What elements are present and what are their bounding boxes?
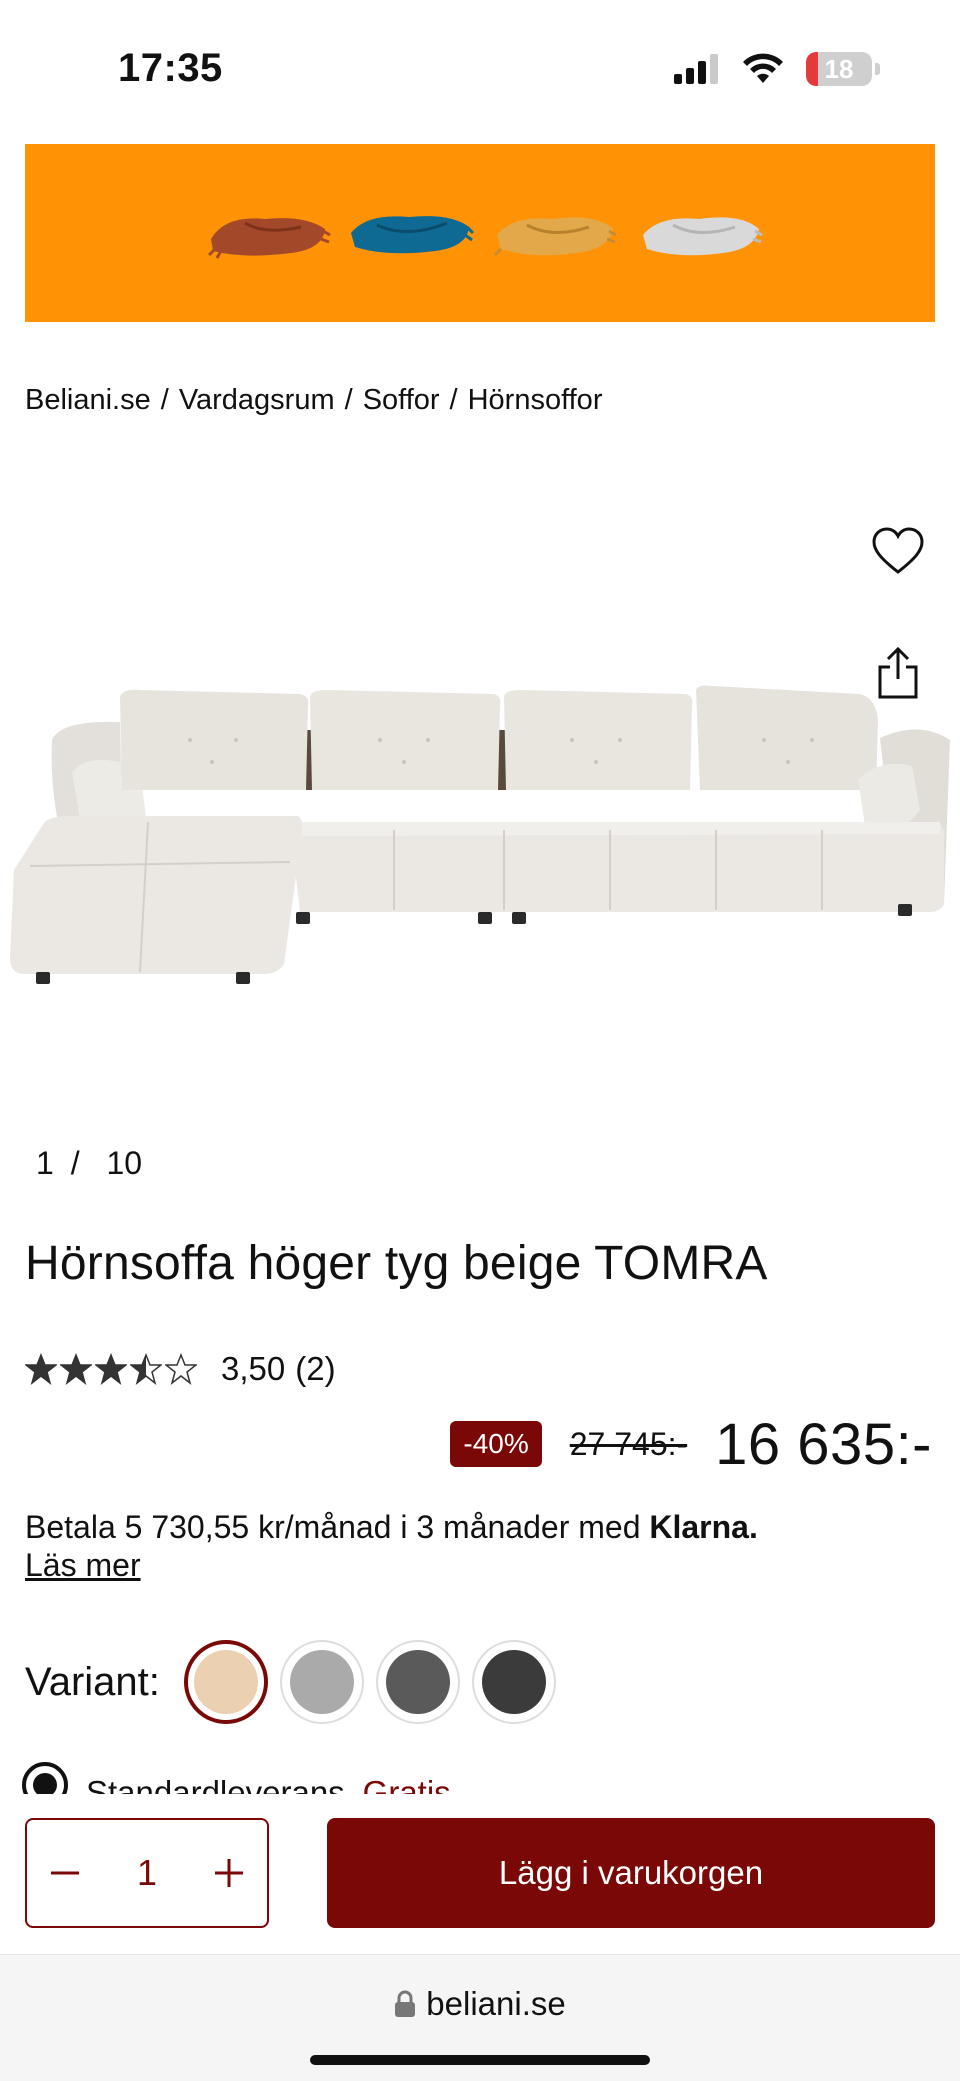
add-to-cart-bar: 1 Lägg i varukorgen — [0, 1794, 960, 1954]
battery-icon: 18 — [806, 52, 872, 86]
variant-selector: Variant: — [25, 1640, 568, 1724]
battery-nub — [875, 63, 880, 75]
breadcrumb-separator: / — [344, 384, 353, 416]
old-price: 27 745:- — [569, 1425, 688, 1462]
product-rating[interactable]: 3,50 (2) — [25, 1350, 336, 1388]
image-counter-separator: / — [70, 1145, 80, 1181]
promo-text-cut — [175, 144, 775, 150]
rating-stars — [25, 1353, 197, 1385]
url-text: beliani.se — [426, 1985, 566, 2022]
klarna-financing: Betala 5 730,55 kr/månad i 3 månader med… — [25, 1508, 935, 1584]
swatch-color — [289, 1650, 354, 1714]
star-full-icon — [95, 1353, 127, 1385]
home-indicator — [310, 2055, 650, 2065]
read-more-link[interactable]: Läs mer — [25, 1547, 141, 1583]
rating-count: (2) — [295, 1350, 336, 1387]
swatch-color — [481, 1650, 546, 1714]
product-title: Hörnsoffa höger tyg beige TOMRA — [25, 1237, 768, 1290]
breadcrumb-sofas[interactable]: Soffor — [363, 384, 440, 417]
blanket-image-teal — [351, 216, 475, 254]
variant-swatch-light-grey[interactable] — [279, 1640, 364, 1724]
url-field[interactable]: beliani.se — [0, 1985, 960, 2023]
delivery-label: Standardleverans — [86, 1774, 345, 1794]
status-time: 17:35 — [118, 46, 223, 90]
image-counter: 1 / 10 — [36, 1145, 142, 1182]
blanket-image-rust — [207, 218, 331, 259]
delivery-price: Gratis — [362, 1774, 451, 1794]
klarna-installment-text: Betala 5 730,55 kr/månad i 3 månader med — [25, 1509, 641, 1545]
breadcrumb-home[interactable]: Beliani.se — [25, 384, 151, 417]
minus-icon[interactable] — [45, 1853, 85, 1893]
heart-icon[interactable] — [870, 524, 926, 580]
wifi-icon — [743, 53, 783, 83]
breadcrumb-living-room[interactable]: Vardagsrum — [179, 384, 335, 417]
signal-icon — [674, 54, 718, 84]
browser-address-bar: beliani.se — [0, 1954, 960, 2081]
variant-swatch-beige[interactable] — [183, 1640, 268, 1724]
quantity-stepper: 1 — [25, 1818, 269, 1928]
image-counter-current: 1 — [36, 1145, 54, 1181]
breadcrumb-separator: / — [160, 384, 169, 416]
blanket-image-mustard — [493, 217, 617, 257]
product-image[interactable] — [0, 640, 960, 1040]
star-empty-icon — [165, 1353, 197, 1385]
add-to-cart-button[interactable]: Lägg i varukorgen — [327, 1818, 935, 1928]
breadcrumb-separator: / — [449, 384, 458, 416]
blanket-image-grey — [643, 217, 763, 256]
star-full-icon — [25, 1353, 57, 1385]
battery-level: 18 — [824, 53, 854, 84]
status-icons: 18 — [674, 52, 880, 86]
discount-badge: -40% — [450, 1421, 542, 1467]
price-row: -40% 27 745:- 16 635:- — [450, 1408, 932, 1480]
promo-banner[interactable] — [25, 144, 935, 322]
klarna-logo-text: Klarna. — [649, 1509, 758, 1545]
delivery-radio[interactable] — [22, 1762, 68, 1794]
image-counter-total: 10 — [106, 1145, 143, 1181]
breadcrumb-corner-sofas[interactable]: Hörnsoffor — [468, 384, 603, 417]
delivery-option-standard[interactable]: Standardleverans Gratis — [22, 1758, 451, 1794]
radio-selected-dot — [33, 1773, 57, 1794]
plus-icon[interactable] — [209, 1853, 249, 1893]
lock-icon — [395, 1990, 416, 2017]
current-price: 16 635:- — [715, 1411, 932, 1477]
status-bar: 17:35 18 — [0, 0, 960, 140]
rating-value: 3,50 — [221, 1350, 286, 1387]
breadcrumb: Beliani.se / Vardagsrum / Soffor / Hörns… — [25, 384, 602, 417]
variant-swatch-grey[interactable] — [375, 1640, 460, 1724]
star-half-icon — [130, 1353, 162, 1385]
swatch-color — [385, 1650, 450, 1714]
swatch-color — [193, 1650, 258, 1714]
variant-label: Variant: — [25, 1659, 160, 1704]
variant-swatch-dark-grey[interactable] — [471, 1640, 556, 1724]
star-full-icon — [60, 1353, 92, 1385]
quantity-value[interactable]: 1 — [137, 1852, 157, 1894]
